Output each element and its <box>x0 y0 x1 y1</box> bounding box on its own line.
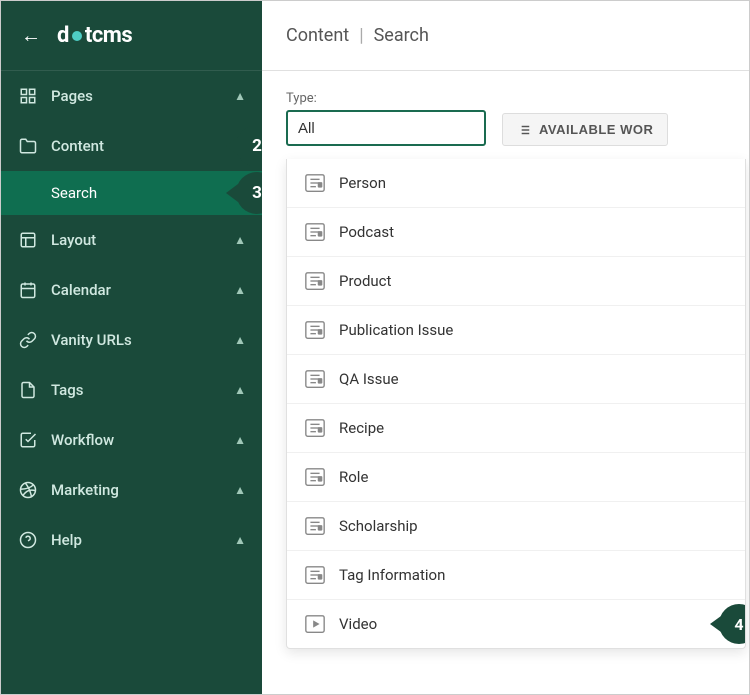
main-content: Content | Search Type: ▼ <box>262 1 749 694</box>
sidebar-item-calendar-label: Calendar <box>51 281 234 299</box>
sidebar-nav: Pages ▲ Content ▼ 2 Sea <box>1 71 262 694</box>
content-type-icon-video <box>303 612 327 636</box>
logo-text-right: tcms <box>85 23 132 48</box>
dropdown-item-scholarship[interactable]: Scholarship <box>287 502 745 551</box>
dropdown-item-qa-issue[interactable]: QA Issue <box>287 355 745 404</box>
sidebar-item-pages-label: Pages <box>51 87 234 105</box>
workflow-icon <box>17 429 39 451</box>
sidebar-item-search[interactable]: Search 3 <box>1 171 262 215</box>
dropdown-item-scholarship-label: Scholarship <box>339 517 418 535</box>
breadcrumb-content: Content <box>286 25 349 46</box>
sidebar-item-tags[interactable]: Tags ▲ <box>1 365 262 415</box>
breadcrumb-separator: | <box>359 25 363 46</box>
sidebar-item-search-label: Search <box>51 184 246 202</box>
dropdown-item-person[interactable]: Person <box>287 159 745 208</box>
type-label: Type: <box>286 91 486 106</box>
video-badge-4: 4 <box>719 604 745 644</box>
type-dropdown-list: Person Podcas <box>286 159 746 649</box>
content-type-icon-podcast <box>303 220 327 244</box>
main-body: Type: ▼ AVAILABLE WOR <box>262 71 749 694</box>
content-icon <box>17 135 39 157</box>
type-filter-group: Type: ▼ <box>286 91 486 146</box>
sidebar-item-layout-label: Layout <box>51 231 234 249</box>
back-button[interactable]: ← <box>17 22 45 50</box>
grid-icon <box>517 123 531 137</box>
sidebar-item-tags-label: Tags <box>51 381 234 399</box>
type-select-wrapper[interactable]: ▼ <box>286 110 486 146</box>
badge-arrow <box>710 616 721 632</box>
sidebar-item-calendar[interactable]: Calendar ▲ <box>1 265 262 315</box>
sidebar: ← d tcms Pages ▲ <box>1 1 262 694</box>
layout-arrow-icon: ▲ <box>234 233 246 247</box>
main-header: Content | Search <box>262 1 749 71</box>
tags-arrow-icon: ▲ <box>234 383 246 397</box>
content-type-icon-tag-info <box>303 563 327 587</box>
dropdown-item-podcast-label: Podcast <box>339 223 394 241</box>
available-wor-button[interactable]: AVAILABLE WOR <box>502 113 668 146</box>
dropdown-item-recipe-label: Recipe <box>339 419 384 437</box>
sidebar-item-vanity-urls[interactable]: Vanity URLs ▲ <box>1 315 262 365</box>
sidebar-item-workflow-label: Workflow <box>51 431 234 449</box>
vanity-arrow-icon: ▲ <box>234 333 246 347</box>
marketing-arrow-icon: ▲ <box>234 483 246 497</box>
dropdown-item-tag-information[interactable]: Tag Information <box>287 551 745 600</box>
content-type-icon-recipe <box>303 416 327 440</box>
sidebar-item-pages[interactable]: Pages ▲ <box>1 71 262 121</box>
sidebar-header: ← d tcms <box>1 1 262 71</box>
dropdown-item-product[interactable]: Product <box>287 257 745 306</box>
app-container: ← d tcms Pages ▲ <box>0 0 750 695</box>
content-type-icon-person <box>303 171 327 195</box>
sidebar-item-help-label: Help <box>51 531 234 549</box>
dropdown-item-video-label: Video <box>339 615 377 633</box>
dropdown-item-podcast[interactable]: Podcast <box>287 208 745 257</box>
dropdown-item-video[interactable]: Video 4 <box>287 600 745 648</box>
search-badge-3: 3 <box>236 172 262 214</box>
content-badge-2: 2 <box>236 125 262 167</box>
help-arrow-icon: ▲ <box>234 533 246 547</box>
content-type-icon-publication <box>303 318 327 342</box>
sidebar-item-marketing[interactable]: Marketing ▲ <box>1 465 262 515</box>
dropdown-item-role[interactable]: Role <box>287 453 745 502</box>
content-type-icon-scholarship <box>303 514 327 538</box>
workflow-arrow-icon: ▲ <box>234 433 246 447</box>
calendar-icon <box>17 279 39 301</box>
sidebar-item-content[interactable]: Content ▼ 2 <box>1 121 262 171</box>
dropdown-item-publication-label: Publication Issue <box>339 321 453 339</box>
logo: d tcms <box>57 23 132 48</box>
sidebar-item-vanity-label: Vanity URLs <box>51 331 234 349</box>
dropdown-item-qa-label: QA Issue <box>339 370 399 388</box>
dropdown-item-person-label: Person <box>339 174 386 192</box>
sidebar-item-marketing-label: Marketing <box>51 481 234 499</box>
dropdown-scroll[interactable]: Person Podcas <box>287 159 745 648</box>
pages-arrow-icon: ▲ <box>234 89 246 103</box>
dropdown-item-recipe[interactable]: Recipe <box>287 404 745 453</box>
content-type-icon-qa <box>303 367 327 391</box>
pages-icon <box>17 85 39 107</box>
dropdown-item-product-label: Product <box>339 272 391 290</box>
marketing-icon <box>17 479 39 501</box>
available-wor-label: AVAILABLE WOR <box>539 122 653 137</box>
filter-row: Type: ▼ AVAILABLE WOR <box>286 91 725 146</box>
dropdown-item-tag-info-label: Tag Information <box>339 566 445 584</box>
sidebar-item-workflow[interactable]: Workflow ▲ <box>1 415 262 465</box>
layout-icon <box>17 229 39 251</box>
help-icon <box>17 529 39 551</box>
vanity-icon <box>17 329 39 351</box>
tags-icon <box>17 379 39 401</box>
sidebar-item-content-label: Content <box>51 137 234 155</box>
sidebar-item-layout[interactable]: Layout ▲ <box>1 215 262 265</box>
sidebar-item-help[interactable]: Help ▲ <box>1 515 262 565</box>
logo-text-left: d <box>57 23 69 48</box>
content-type-icon-role <box>303 465 327 489</box>
content-type-icon-product <box>303 269 327 293</box>
dropdown-item-publication-issue[interactable]: Publication Issue <box>287 306 745 355</box>
logo-dot <box>72 31 82 41</box>
dropdown-item-role-label: Role <box>339 468 368 486</box>
calendar-arrow-icon: ▲ <box>234 283 246 297</box>
type-select-input[interactable] <box>298 120 497 137</box>
breadcrumb-search: Search <box>374 25 429 46</box>
